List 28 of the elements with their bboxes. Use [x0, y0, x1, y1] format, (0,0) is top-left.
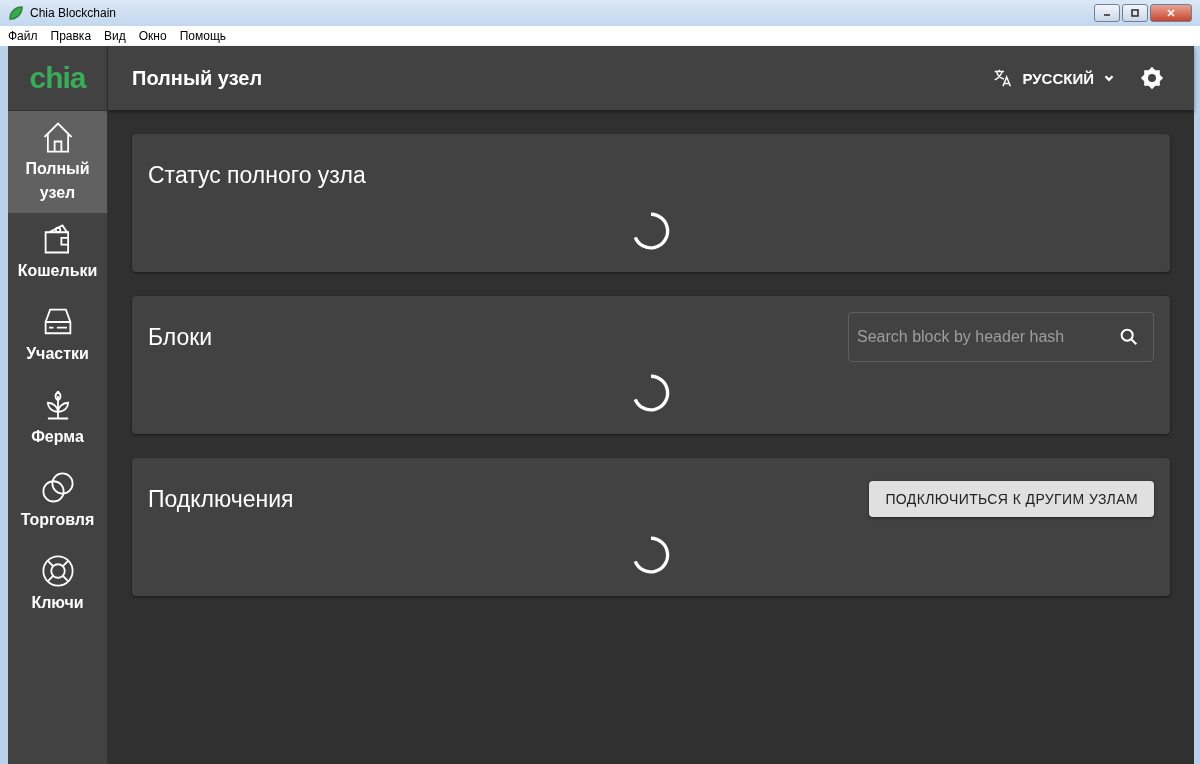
- minimize-button[interactable]: [1094, 4, 1120, 22]
- menu-item[interactable]: Окно: [138, 29, 167, 43]
- window-title: Chia Blockchain: [30, 6, 118, 20]
- leaf-icon: [8, 5, 24, 21]
- card-title: Блоки: [148, 323, 213, 351]
- sidebar-item[interactable]: Торговля: [8, 462, 107, 545]
- sidebar-item[interactable]: Кошельки: [8, 213, 107, 296]
- search-icon: [1118, 326, 1140, 348]
- menu-item[interactable]: Помощь: [179, 29, 227, 43]
- menu-item[interactable]: Правка: [50, 29, 92, 43]
- logo: chia: [29, 61, 86, 95]
- menu-item[interactable]: Файл: [8, 29, 38, 43]
- page-title: Полный узел: [132, 66, 264, 90]
- connect-button[interactable]: ПОДКЛЮЧИТЬСЯ К ДРУГИМ УЗЛАМ: [869, 481, 1154, 517]
- card-title: Подключения: [148, 485, 294, 513]
- sidebar-item[interactable]: Полный узел: [8, 111, 107, 213]
- sidebar-item[interactable]: Ключи: [8, 545, 107, 628]
- maximize-button[interactable]: [1122, 4, 1148, 22]
- sidebar-item[interactable]: Участки: [8, 296, 107, 379]
- menu-item[interactable]: Вид: [104, 29, 126, 43]
- search-field[interactable]: Search block by header hash: [848, 312, 1154, 362]
- brightness-icon: [1140, 66, 1164, 90]
- close-icon: [1166, 8, 1176, 18]
- maximize-icon: [1130, 8, 1140, 18]
- sidebar-item[interactable]: Ферма: [8, 379, 107, 462]
- close-button[interactable]: [1150, 4, 1192, 22]
- card-title: Статус полного узла: [148, 161, 366, 189]
- language-selector[interactable]: РУССКИЙ: [986, 66, 1122, 90]
